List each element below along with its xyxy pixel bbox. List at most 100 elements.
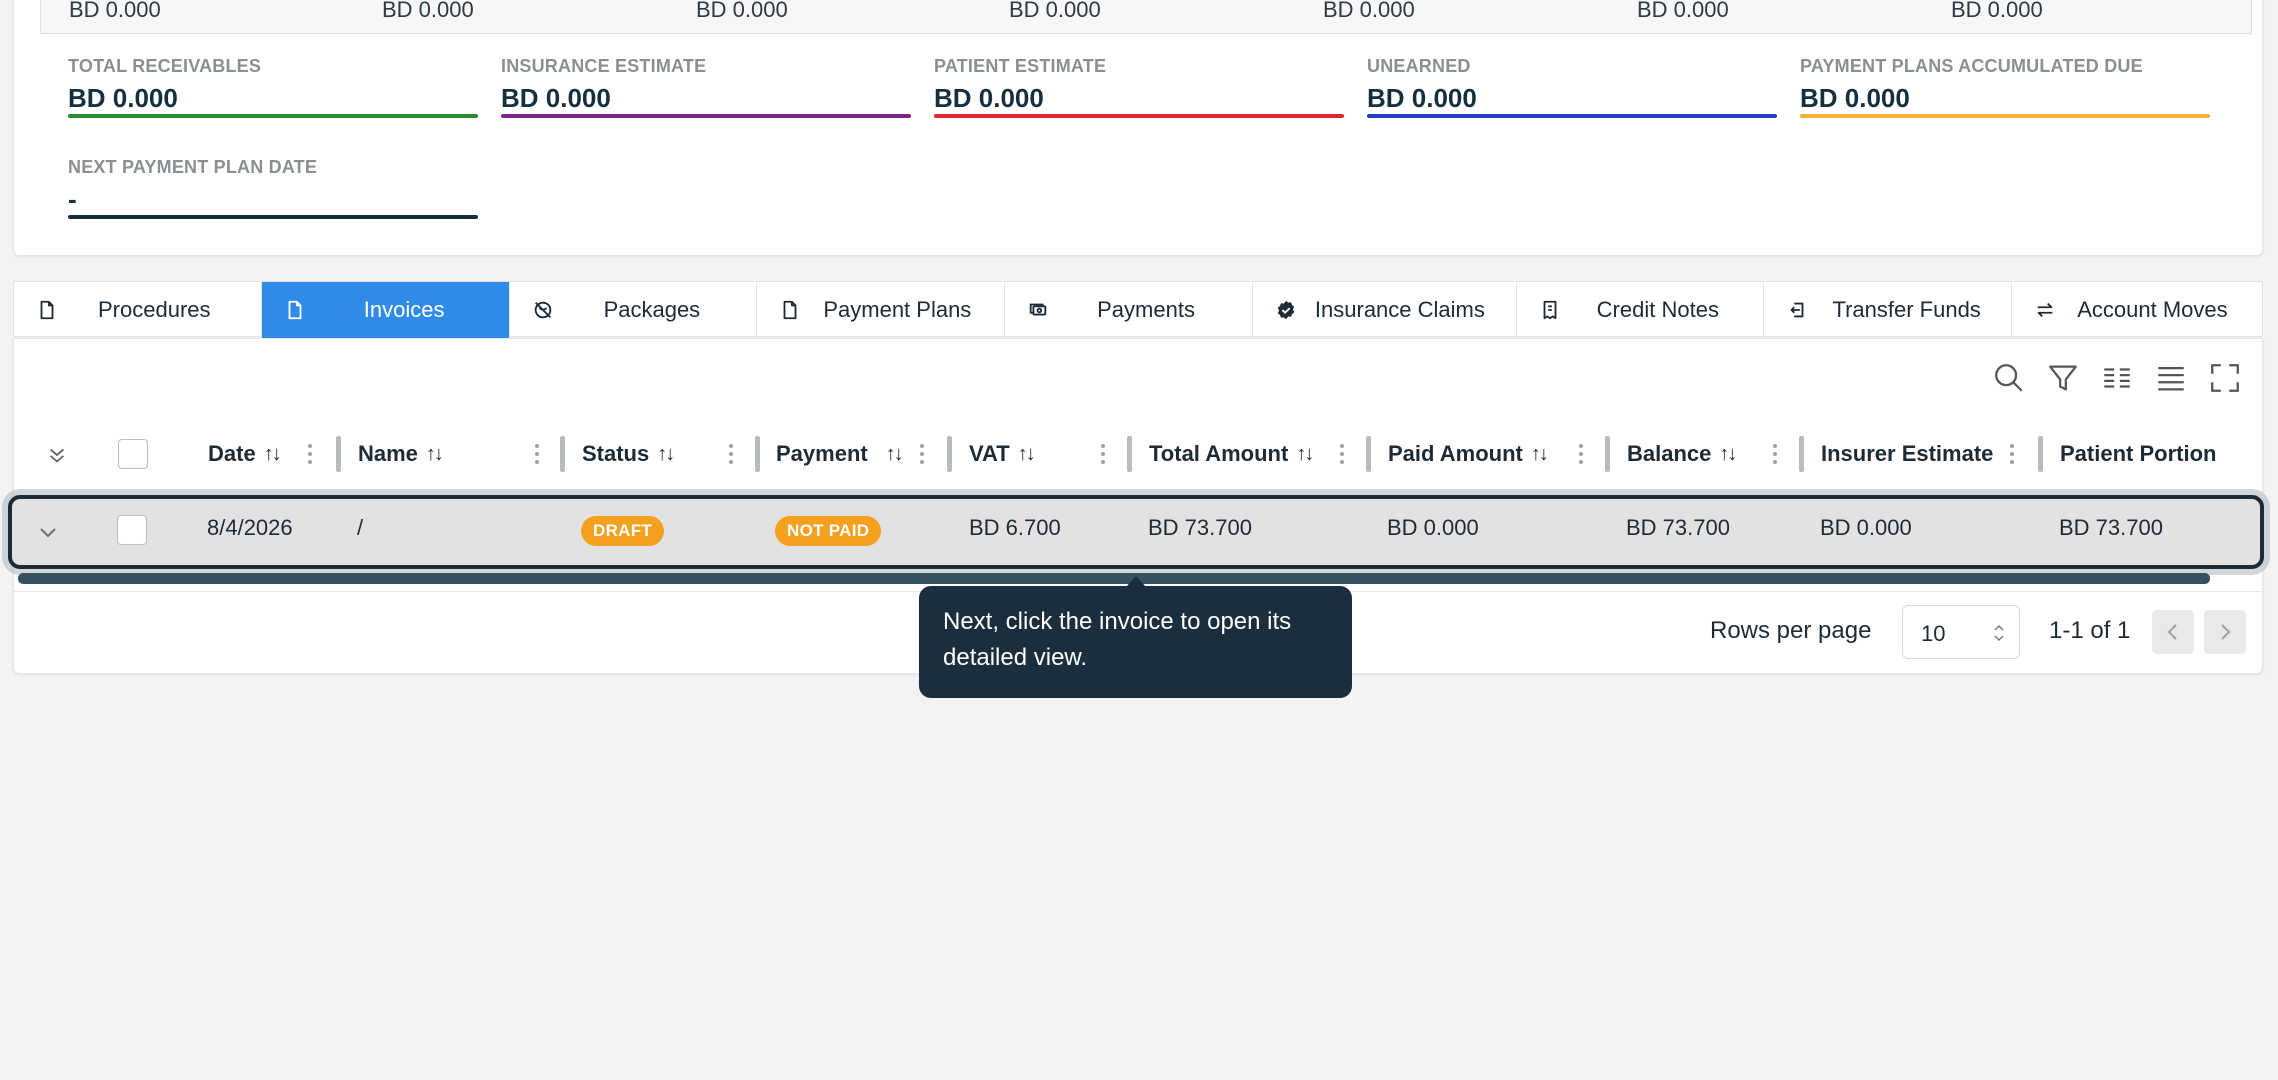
sort-icon[interactable]: ↑↓ <box>1018 443 1036 466</box>
column-resize-handle[interactable] <box>1366 436 1371 472</box>
sort-icon[interactable]: ↑↓ <box>1296 443 1314 466</box>
cell-vat: BD 6.700 <box>969 515 1061 540</box>
column-title: Patient Portion <box>2060 441 2217 466</box>
rows-per-page-value: 10 <box>1921 621 1946 646</box>
column-title: Status <box>582 441 650 466</box>
tab-account-moves[interactable]: Account Moves <box>2012 282 2262 338</box>
totals-strip: BD 0.000 BD 0.000 BD 0.000 BD 0.000 BD 0… <box>40 0 2252 34</box>
guide-tooltip: Next, click the invoice to open its deta… <box>919 586 1352 698</box>
column-title: Paid Amount <box>1388 441 1523 466</box>
column-header-date[interactable]: Date ↑↓ <box>208 434 282 474</box>
metric-value: BD 0.000 <box>68 83 178 113</box>
horizontal-scrollbar[interactable] <box>18 573 2210 584</box>
table-row[interactable] <box>8 495 2264 569</box>
column-menu-icon[interactable] <box>728 442 734 466</box>
metric-label: UNEARNED <box>1367 56 1471 76</box>
cell-paid-amount: BD 0.000 <box>1387 515 1479 540</box>
table-header: Date ↑↓ Name ↑↓ Status ↑↓ Payment ↑↓ VAT ↑↓ T… <box>14 434 2264 474</box>
column-title: VAT <box>969 441 1010 466</box>
file-icon <box>288 300 302 320</box>
status-badge: DRAFT <box>581 516 665 546</box>
expand-row-icon[interactable] <box>36 520 60 544</box>
column-menu-icon[interactable] <box>919 442 925 466</box>
column-menu-icon[interactable] <box>1578 442 1584 466</box>
tab-insurance-claims[interactable]: Insurance Claims <box>1253 282 1517 338</box>
sort-icon[interactable]: ↑↓ <box>426 443 444 466</box>
tab-bar: Procedures Invoices Packages Payment Pla… <box>13 281 2263 338</box>
column-resize-handle[interactable] <box>2038 436 2043 472</box>
column-resize-handle[interactable] <box>560 436 565 472</box>
row-checkbox[interactable] <box>117 515 147 545</box>
account-summary-card: BD 0.000 BD 0.000 BD 0.000 BD 0.000 BD 0… <box>13 0 2263 256</box>
column-resize-handle[interactable] <box>336 436 341 472</box>
column-title: Insurer Estimate <box>1821 441 1994 466</box>
strip-value: BD 0.000 <box>1009 0 1101 22</box>
sort-icon[interactable]: ↑↓ <box>264 443 282 466</box>
rows-per-page-select[interactable]: 10 <box>1902 605 2020 659</box>
sort-icon[interactable]: ↑↓ <box>657 443 675 466</box>
density-icon[interactable] <box>2154 361 2188 395</box>
metric-value: BD 0.000 <box>934 83 1044 113</box>
fullscreen-icon[interactable] <box>2208 361 2242 395</box>
column-header-patient-portion[interactable]: Patient Portion <box>2060 434 2216 474</box>
column-resize-handle[interactable] <box>1605 436 1610 472</box>
expand-all-icon[interactable] <box>46 444 68 466</box>
column-menu-icon[interactable] <box>307 442 313 466</box>
metric-underline <box>1800 114 2210 118</box>
column-menu-icon[interactable] <box>1100 442 1106 466</box>
column-menu-icon[interactable] <box>2009 442 2015 466</box>
select-chevron-icon <box>1994 624 2004 642</box>
tab-packages[interactable]: Packages <box>510 282 758 338</box>
column-header-total-amount[interactable]: Total Amount ↑↓ <box>1149 434 1314 474</box>
sort-icon[interactable]: ↑↓ <box>886 443 904 466</box>
tab-label: Account Moves <box>2077 297 2228 322</box>
tab-payment-plans[interactable]: Payment Plans <box>757 282 1006 338</box>
metric-underline <box>1367 114 1777 118</box>
column-menu-icon[interactable] <box>1339 442 1345 466</box>
transfer-icon <box>1791 302 1804 318</box>
column-header-insurer-estimate[interactable]: Insurer Estimate <box>1821 434 1993 474</box>
columns-icon[interactable] <box>2100 361 2134 395</box>
tab-label: Payments <box>1097 297 1195 322</box>
select-all-checkbox[interactable] <box>118 439 148 469</box>
file-icon <box>40 300 54 320</box>
tab-procedures[interactable]: Procedures <box>14 282 262 338</box>
column-header-balance[interactable]: Balance ↑↓ <box>1627 434 1737 474</box>
tab-label: Procedures <box>98 297 211 322</box>
tab-payments[interactable]: Payments <box>1005 282 1253 338</box>
column-resize-handle[interactable] <box>1127 436 1132 472</box>
column-header-vat[interactable]: VAT ↑↓ <box>969 434 1036 474</box>
arrows-exchange-icon <box>2037 302 2053 318</box>
column-resize-handle[interactable] <box>947 436 952 472</box>
metric-value: BD 0.000 <box>501 83 611 113</box>
tab-credit-notes[interactable]: Credit Notes <box>1517 282 1765 338</box>
tab-invoices[interactable]: Invoices <box>261 282 510 338</box>
cell-balance: BD 73.700 <box>1626 515 1730 540</box>
metric-value: BD 0.000 <box>1800 83 1910 113</box>
column-header-paid-amount[interactable]: Paid Amount ↑↓ <box>1388 434 1549 474</box>
metric-underline <box>68 114 478 118</box>
sort-icon[interactable]: ↑↓ <box>1531 443 1549 466</box>
filter-icon[interactable] <box>2046 361 2080 395</box>
metric-underline <box>501 114 911 118</box>
cell-patient-portion: BD 73.700 <box>2059 515 2163 540</box>
column-resize-handle[interactable] <box>755 436 760 472</box>
column-header-status[interactable]: Status ↑↓ <box>582 434 675 474</box>
metric-value: BD 0.000 <box>1367 83 1477 113</box>
sort-icon[interactable]: ↑↓ <box>1719 443 1737 466</box>
prev-page-button[interactable] <box>2152 610 2194 654</box>
tab-label: Credit Notes <box>1596 297 1719 322</box>
search-icon[interactable] <box>1992 361 2026 395</box>
tab-transfer-funds[interactable]: Transfer Funds <box>1764 282 2013 338</box>
column-header-payment[interactable]: Payment ↑↓ <box>776 434 904 474</box>
column-title: Payment <box>776 441 868 466</box>
column-header-name[interactable]: Name ↑↓ <box>358 434 444 474</box>
cell-date: 8/4/2026 <box>207 515 293 540</box>
metric-underline <box>68 215 478 219</box>
column-menu-icon[interactable] <box>1772 442 1778 466</box>
metric-insurance-estimate: INSURANCE ESTIMATE BD 0.000 <box>501 56 911 118</box>
column-menu-icon[interactable] <box>534 442 540 466</box>
next-page-button[interactable] <box>2204 610 2246 654</box>
column-title: Name <box>358 441 418 466</box>
column-resize-handle[interactable] <box>1799 436 1804 472</box>
